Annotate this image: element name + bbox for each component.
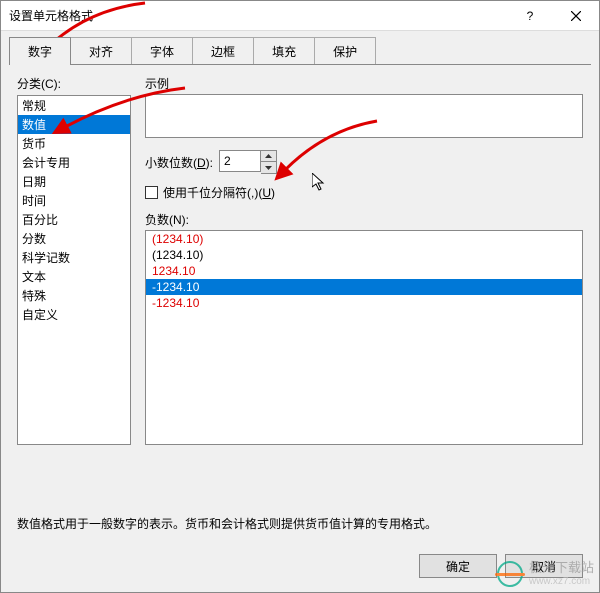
list-item[interactable]: 文本 (18, 267, 130, 286)
list-item[interactable]: 特殊 (18, 286, 130, 305)
content-area: 分类(C): 常规 数值 货币 会计专用 日期 时间 百分比 分数 科学记数 文… (1, 65, 599, 505)
sample-box (145, 94, 583, 138)
chevron-up-icon (265, 154, 272, 158)
tab-alignment[interactable]: 对齐 (70, 37, 132, 65)
spin-down-button[interactable] (261, 162, 276, 173)
help-button[interactable]: ? (507, 1, 553, 31)
tab-number[interactable]: 数字 (9, 37, 71, 65)
negative-label: 负数(N): (145, 211, 583, 228)
list-item[interactable]: 百分比 (18, 210, 130, 229)
thousand-label: 使用千位分隔符(,)(U) (163, 184, 275, 201)
list-item[interactable]: 分数 (18, 229, 130, 248)
list-item[interactable]: 货币 (18, 134, 130, 153)
chevron-down-icon (265, 166, 272, 170)
format-cells-dialog: 设置单元格格式 ? 数字 对齐 字体 边框 填充 保护 分类(C): 常规 数值… (0, 0, 600, 593)
ok-button[interactable]: 确定 (419, 554, 497, 578)
dialog-title: 设置单元格格式 (1, 7, 507, 24)
category-label: 分类(C): (17, 75, 131, 92)
decimal-input[interactable] (219, 150, 261, 172)
close-button[interactable] (553, 1, 599, 31)
titlebar: 设置单元格格式 ? (1, 1, 599, 31)
negative-listbox[interactable]: (1234.10) (1234.10) 1234.10 -1234.10 -12… (145, 230, 583, 445)
cancel-button[interactable]: 取消 (505, 554, 583, 578)
list-item[interactable]: 自定义 (18, 305, 130, 324)
list-item[interactable]: 会计专用 (18, 153, 130, 172)
list-item[interactable]: 科学记数 (18, 248, 130, 267)
tab-underline (9, 64, 591, 65)
tab-font[interactable]: 字体 (131, 37, 193, 65)
category-listbox[interactable]: 常规 数值 货币 会计专用 日期 时间 百分比 分数 科学记数 文本 特殊 自定… (17, 95, 131, 445)
tab-fill[interactable]: 填充 (253, 37, 315, 65)
decimal-spinner (219, 150, 277, 174)
tab-strip: 数字 对齐 字体 边框 填充 保护 (1, 31, 599, 65)
category-column: 分类(C): 常规 数值 货币 会计专用 日期 时间 百分比 分数 科学记数 文… (17, 75, 131, 445)
options-column: 示例 小数位数(D): 使用千位分隔符(,)(U) (145, 75, 583, 445)
description-text: 数值格式用于一般数字的表示。货币和会计格式则提供货币值计算的专用格式。 (1, 505, 599, 542)
list-item[interactable]: -1234.10 (146, 279, 582, 295)
list-item[interactable]: (1234.10) (146, 231, 582, 247)
list-item[interactable]: (1234.10) (146, 247, 582, 263)
list-item[interactable]: 时间 (18, 191, 130, 210)
close-icon (571, 11, 581, 21)
list-item[interactable]: 日期 (18, 172, 130, 191)
question-icon: ? (527, 9, 534, 23)
tab-protection[interactable]: 保护 (314, 37, 376, 65)
list-item[interactable]: 1234.10 (146, 263, 582, 279)
list-item[interactable]: -1234.10 (146, 295, 582, 311)
thousand-checkbox[interactable] (145, 186, 158, 199)
sample-label: 示例 (145, 75, 583, 92)
tab-border[interactable]: 边框 (192, 37, 254, 65)
spin-up-button[interactable] (261, 151, 276, 162)
list-item[interactable]: 常规 (18, 96, 130, 115)
list-item[interactable]: 数值 (18, 115, 130, 134)
decimal-label: 小数位数(D): (145, 154, 213, 171)
footer: 确定 取消 (1, 542, 599, 592)
